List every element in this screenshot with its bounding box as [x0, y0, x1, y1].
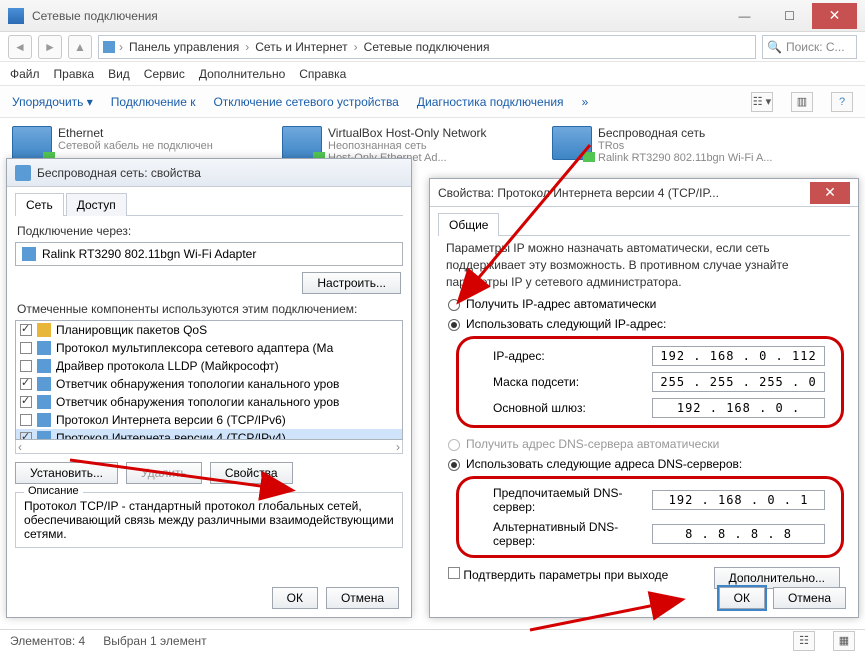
adapter-field: Ralink RT3290 802.11bgn Wi-Fi Adapter — [15, 242, 403, 266]
checkbox[interactable] — [20, 324, 32, 336]
breadcrumb[interactable]: Сетевые подключения — [362, 40, 492, 54]
network-icon — [12, 126, 52, 160]
label-connect-using: Подключение через: — [17, 224, 401, 238]
menu-tools[interactable]: Сервис — [144, 67, 185, 81]
checkbox[interactable] — [20, 432, 32, 440]
component-icon — [37, 341, 51, 355]
horizontal-scrollbar[interactable]: ‹› — [15, 440, 403, 454]
window-title: Сетевые подключения — [32, 9, 722, 23]
component-icon — [37, 377, 51, 391]
help-button[interactable]: ? — [831, 92, 853, 112]
description-label: Описание — [24, 485, 83, 497]
input-dns2[interactable]: 8 . 8 . 8 . 8 — [652, 524, 825, 544]
component-list[interactable]: Планировщик пакетов QoS Протокол мультип… — [15, 320, 403, 440]
input-ip[interactable]: 192 . 168 . 0 . 112 — [652, 346, 825, 366]
cmd-organize[interactable]: Упорядочить ▾ — [12, 95, 93, 109]
radio-use-dns[interactable] — [448, 459, 460, 471]
tab-network[interactable]: Сеть — [15, 193, 64, 216]
cancel-button[interactable]: Отмена — [773, 587, 846, 609]
checkbox[interactable] — [20, 378, 32, 390]
network-icon — [282, 126, 322, 160]
close-button[interactable]: ✕ — [812, 3, 857, 29]
wifi-icon — [15, 165, 31, 181]
radio-auto-ip[interactable] — [448, 299, 460, 311]
info-text: Параметры IP можно назначать автоматичес… — [438, 236, 850, 294]
tab-sharing[interactable]: Доступ — [66, 193, 127, 216]
maximize-button[interactable]: ☐ — [767, 3, 812, 29]
minimize-button[interactable]: — — [722, 3, 767, 29]
dialog-ipv4-properties: Свойства: Протокол Интернета версии 4 (T… — [429, 178, 859, 618]
dialog-title: Беспроводная сеть: свойства — [37, 166, 403, 180]
component-icon — [37, 395, 51, 409]
radio-use-ip[interactable] — [448, 319, 460, 331]
label-gateway: Основной шлюз: — [493, 401, 652, 415]
status-count: Элементов: 4 — [10, 634, 85, 648]
label-ip: IP-адрес: — [493, 349, 652, 363]
connection-wireless[interactable]: Беспроводная сеть TRos Ralink RT3290 802… — [552, 126, 812, 164]
view-mode-button[interactable]: ☷ ▾ — [751, 92, 773, 112]
cmd-diagnose[interactable]: Диагностика подключения — [417, 95, 564, 109]
breadcrumb[interactable]: Сеть и Интернет — [253, 40, 349, 54]
description-text: Протокол TCP/IP - стандартный протокол г… — [24, 499, 394, 541]
label-dns2: Альтернативный DNS-сервер: — [493, 520, 652, 548]
install-button[interactable]: Установить... — [15, 462, 118, 484]
checkbox[interactable] — [20, 360, 32, 372]
tab-general[interactable]: Общие — [438, 213, 499, 236]
menu-help[interactable]: Справка — [299, 67, 346, 81]
nav-fwd-button[interactable]: ► — [38, 35, 62, 59]
menu-view[interactable]: Вид — [108, 67, 130, 81]
radio-auto-dns — [448, 439, 460, 451]
input-mask[interactable]: 255 . 255 . 255 . 0 — [652, 372, 825, 392]
checkbox[interactable] — [20, 414, 32, 426]
cmd-disable[interactable]: Отключение сетевого устройства — [213, 95, 398, 109]
highlight-dns-section: Предпочитаемый DNS-сервер:192 . 168 . 0 … — [456, 476, 844, 558]
address-bar[interactable]: › Панель управления › Сеть и Интернет › … — [98, 35, 756, 59]
label-components: Отмеченные компоненты используются этим … — [17, 302, 401, 316]
checkbox[interactable] — [20, 342, 32, 354]
cancel-button[interactable]: Отмена — [326, 587, 399, 609]
ok-button[interactable]: ОК — [272, 587, 318, 609]
menu-file[interactable]: Файл — [10, 67, 40, 81]
app-icon — [8, 8, 24, 24]
remove-button: Удалить — [126, 462, 202, 484]
menu-advanced[interactable]: Дополнительно — [199, 67, 285, 81]
close-button[interactable]: ✕ — [810, 182, 850, 204]
status-selected: Выбран 1 элемент — [103, 634, 206, 648]
dialog-title: Свойства: Протокол Интернета версии 4 (T… — [438, 186, 810, 200]
input-gateway[interactable]: 192 . 168 . 0 . — [652, 398, 825, 418]
highlight-ip-section: IP-адрес:192 . 168 . 0 . 112 Маска подсе… — [456, 336, 844, 428]
adapter-icon — [22, 247, 36, 261]
search-icon: 🔍 — [767, 40, 782, 54]
dialog-adapter-properties: Беспроводная сеть: свойства Сеть Доступ … — [6, 158, 412, 618]
details-view-button[interactable]: ☷ — [793, 631, 815, 651]
component-icon — [37, 431, 51, 440]
checkbox-validate[interactable] — [448, 567, 460, 579]
cmd-connect-to[interactable]: Подключение к — [111, 95, 196, 109]
icons-view-button[interactable]: ▦ — [833, 631, 855, 651]
component-icon — [37, 323, 51, 337]
breadcrumb[interactable]: Панель управления — [127, 40, 241, 54]
configure-button[interactable]: Настроить... — [302, 272, 401, 294]
component-icon — [37, 359, 51, 373]
folder-icon — [103, 41, 115, 53]
input-dns1[interactable]: 192 . 168 . 0 . 1 — [652, 490, 825, 510]
network-icon — [552, 126, 592, 160]
menu-edit[interactable]: Правка — [54, 67, 95, 81]
ok-button[interactable]: ОК — [719, 587, 765, 609]
checkbox[interactable] — [20, 396, 32, 408]
properties-button[interactable]: Свойства — [210, 462, 293, 484]
nav-back-button[interactable]: ◄ — [8, 35, 32, 59]
nav-up-button[interactable]: ▲ — [68, 35, 92, 59]
component-icon — [37, 413, 51, 427]
label-mask: Маска подсети: — [493, 375, 652, 389]
preview-pane-button[interactable]: ▥ — [791, 92, 813, 112]
label-dns1: Предпочитаемый DNS-сервер: — [493, 486, 652, 514]
search-input[interactable]: 🔍 Поиск: С... — [762, 35, 857, 59]
search-placeholder: Поиск: С... — [786, 40, 845, 54]
